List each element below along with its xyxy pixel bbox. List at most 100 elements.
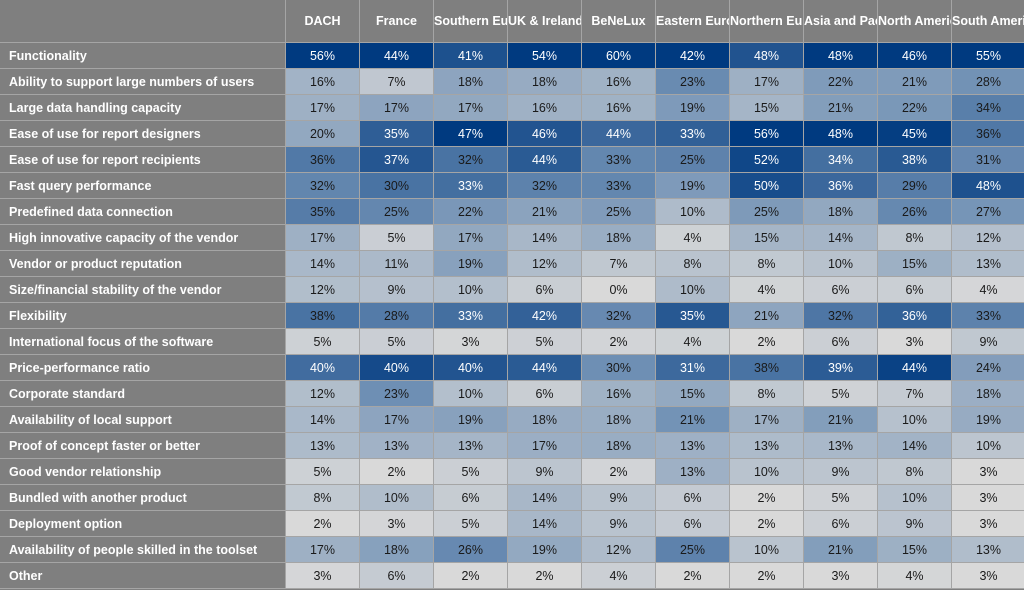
heatmap-cell: 14%	[285, 250, 360, 277]
heatmap-cell: 18%	[359, 536, 434, 563]
heatmap-cell: 55%	[951, 42, 1024, 69]
heatmap-cell: 33%	[581, 146, 656, 173]
heatmap-cell: 19%	[655, 172, 730, 199]
heatmap-cell: 26%	[877, 198, 952, 225]
heatmap-cell: 8%	[655, 250, 730, 277]
heatmap-cell: 5%	[433, 510, 508, 537]
row-label: Availability of people skilled in the to…	[0, 536, 286, 563]
heatmap-cell: 13%	[433, 432, 508, 459]
row-label: Fast query performance	[0, 172, 286, 199]
column-header: South America	[951, 0, 1024, 43]
heatmap-table: DACHFranceSouthern EuropeUK & IrelandBeN…	[0, 0, 1024, 589]
row-label: Good vendor relationship	[0, 458, 286, 485]
header-row: DACHFranceSouthern EuropeUK & IrelandBeN…	[0, 0, 1024, 43]
heatmap-cell: 11%	[359, 250, 434, 277]
heatmap-cell: 5%	[803, 484, 878, 511]
heatmap-cell: 22%	[877, 94, 952, 121]
heatmap-cell: 9%	[877, 510, 952, 537]
heatmap-cell: 8%	[877, 224, 952, 251]
heatmap-cell: 38%	[729, 354, 804, 381]
table-row: Ease of use for report recipients 36% 37% 3…	[0, 146, 1024, 173]
heatmap-cell: 19%	[655, 94, 730, 121]
heatmap-cell: 56%	[285, 42, 360, 69]
heatmap-cell: 6%	[655, 484, 730, 511]
heatmap-cell: 18%	[803, 198, 878, 225]
heatmap-cell: 25%	[581, 198, 656, 225]
heatmap-cell: 14%	[877, 432, 952, 459]
heatmap-cell: 21%	[507, 198, 582, 225]
heatmap-cell: 2%	[433, 562, 508, 589]
heatmap-cell: 18%	[507, 68, 582, 95]
row-label: Functionality	[0, 42, 286, 69]
heatmap-cell: 48%	[951, 172, 1024, 199]
heatmap-cell: 10%	[359, 484, 434, 511]
heatmap-cell: 14%	[285, 406, 360, 433]
heatmap-cell: 17%	[359, 406, 434, 433]
table-row: Bundled with another product 8% 10% 6% 14% 9%…	[0, 484, 1024, 511]
heatmap-cell: 10%	[655, 198, 730, 225]
heatmap-cell: 16%	[285, 68, 360, 95]
heatmap-cell: 8%	[729, 250, 804, 277]
table-row: Deployment option 2% 3% 5% 14% 9% 6% 2% 6% 9% 3%	[0, 510, 1024, 537]
heatmap-cell: 16%	[581, 68, 656, 95]
heatmap-cell: 10%	[433, 276, 508, 303]
table-row: Availability of people skilled in the to…	[0, 536, 1024, 563]
heatmap-cell: 13%	[359, 432, 434, 459]
heatmap-cell: 3%	[951, 562, 1024, 589]
heatmap-cell: 23%	[359, 380, 434, 407]
heatmap-cell: 0%	[581, 276, 656, 303]
heatmap-cell: 10%	[877, 406, 952, 433]
heatmap-cell: 19%	[507, 536, 582, 563]
heatmap-cell: 21%	[729, 302, 804, 329]
column-header: Northern Europe	[729, 0, 804, 43]
row-label: Other	[0, 562, 286, 589]
heatmap-cell: 13%	[729, 432, 804, 459]
heatmap-cell: 27%	[951, 198, 1024, 225]
heatmap-cell: 16%	[581, 94, 656, 121]
heatmap-cell: 32%	[581, 302, 656, 329]
heatmap-cell: 18%	[433, 68, 508, 95]
heatmap-cell: 2%	[507, 562, 582, 589]
table-row: International focus of the software 5% 5% 3…	[0, 328, 1024, 355]
heatmap-cell: 6%	[803, 510, 878, 537]
row-label: Proof of concept faster or better	[0, 432, 286, 459]
heatmap-cell: 48%	[803, 120, 878, 147]
heatmap-cell: 24%	[951, 354, 1024, 381]
heatmap-cell: 17%	[285, 536, 360, 563]
heatmap-cell: 10%	[729, 536, 804, 563]
heatmap-cell: 2%	[729, 510, 804, 537]
row-label: Large data handling capacity	[0, 94, 286, 121]
heatmap-cell: 7%	[581, 250, 656, 277]
heatmap-cell: 44%	[507, 146, 582, 173]
heatmap-cell: 14%	[803, 224, 878, 251]
table-row: Availability of local support 14% 17% 19% 18…	[0, 406, 1024, 433]
heatmap-cell: 25%	[655, 146, 730, 173]
heatmap-cell: 37%	[359, 146, 434, 173]
heatmap-cell: 12%	[285, 380, 360, 407]
heatmap-cell: 13%	[803, 432, 878, 459]
heatmap-cell: 6%	[433, 484, 508, 511]
heatmap-cell: 15%	[655, 380, 730, 407]
heatmap-cell: 5%	[285, 328, 360, 355]
heatmap-cell: 31%	[951, 146, 1024, 173]
heatmap-cell: 28%	[951, 68, 1024, 95]
table-row: Other 3% 6% 2% 2% 4% 2% 2% 3% 4% 3%	[0, 562, 1024, 589]
heatmap-cell: 8%	[729, 380, 804, 407]
heatmap-cell: 15%	[877, 536, 952, 563]
heatmap-cell: 2%	[729, 328, 804, 355]
table-row: Ability to support large numbers of user…	[0, 68, 1024, 95]
heatmap-cell: 30%	[359, 172, 434, 199]
heatmap-cell: 2%	[729, 562, 804, 589]
heatmap-cell: 32%	[507, 172, 582, 199]
heatmap-cell: 33%	[433, 302, 508, 329]
heatmap-cell: 17%	[285, 94, 360, 121]
row-label: Ease of use for report recipients	[0, 146, 286, 173]
heatmap-cell: 9%	[803, 458, 878, 485]
heatmap-cell: 13%	[655, 458, 730, 485]
heatmap-cell: 35%	[655, 302, 730, 329]
heatmap-cell: 2%	[581, 328, 656, 355]
table-row: Large data handling capacity 17% 17% 17% 16%…	[0, 94, 1024, 121]
heatmap-cell: 13%	[951, 536, 1024, 563]
heatmap-cell: 21%	[803, 536, 878, 563]
heatmap-cell: 25%	[729, 198, 804, 225]
